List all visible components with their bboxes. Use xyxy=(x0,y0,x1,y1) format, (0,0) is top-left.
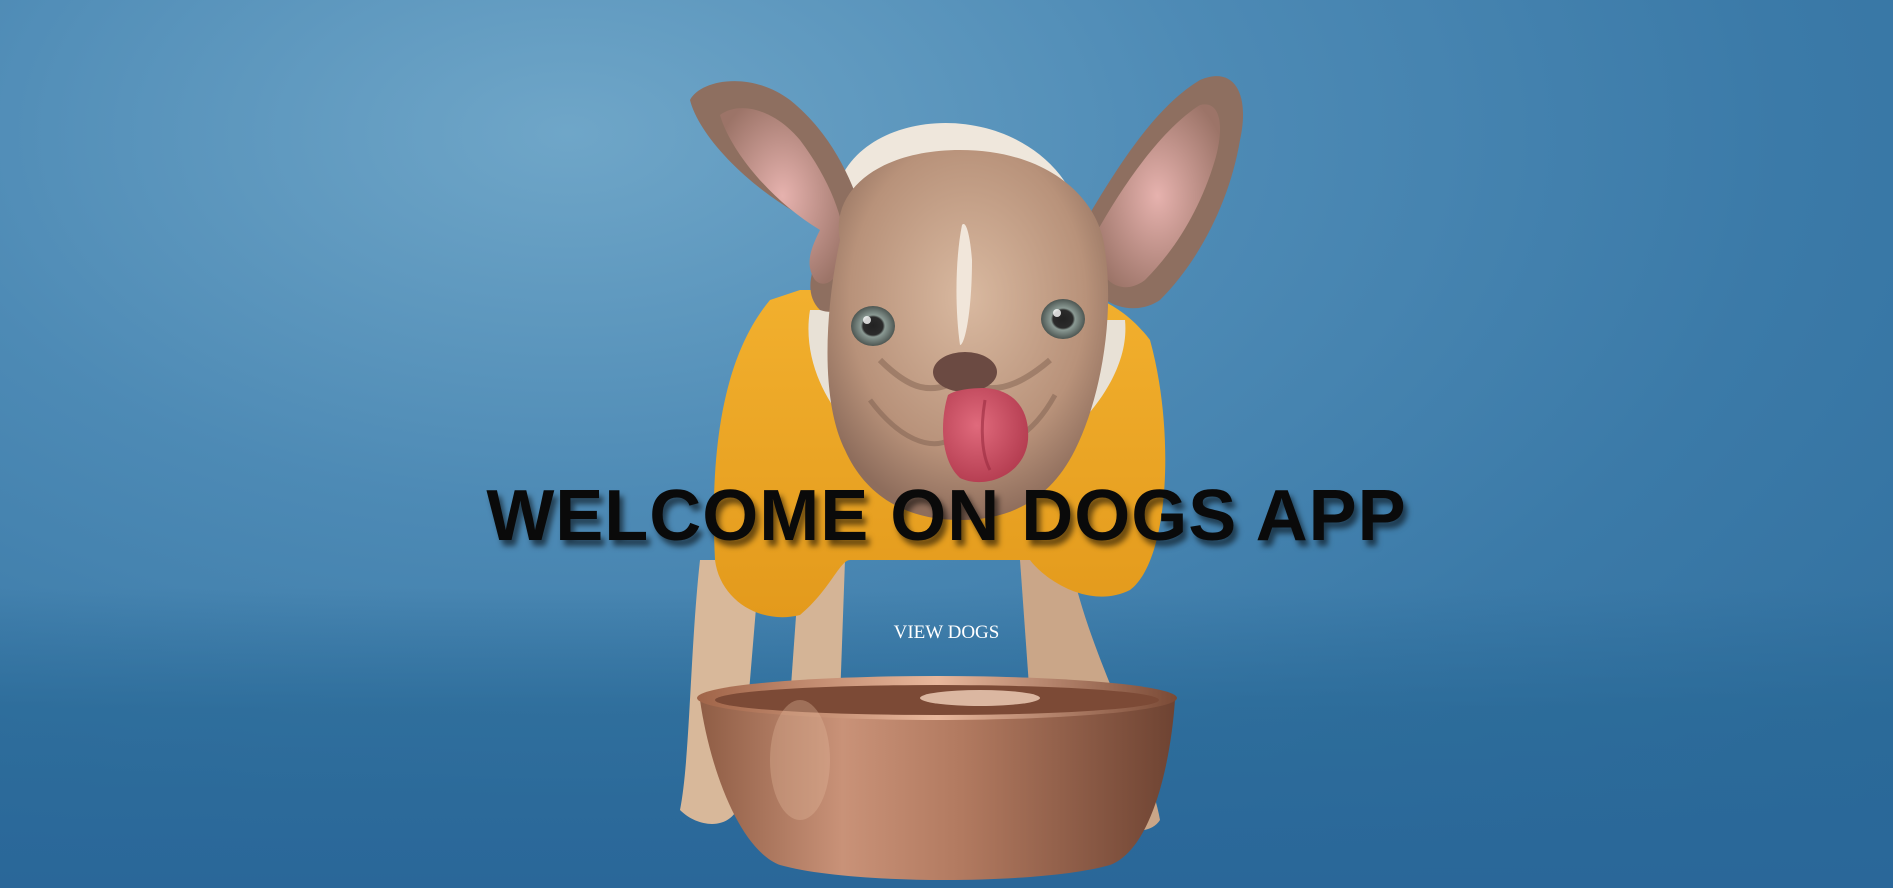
hero-dog-image xyxy=(680,76,1244,880)
page-title: WELCOME ON DOGS APP xyxy=(486,476,1407,556)
view-dogs-button[interactable]: VIEW DOGS xyxy=(0,622,1893,644)
view-dogs-label: VIEW DOGS xyxy=(893,622,1000,643)
